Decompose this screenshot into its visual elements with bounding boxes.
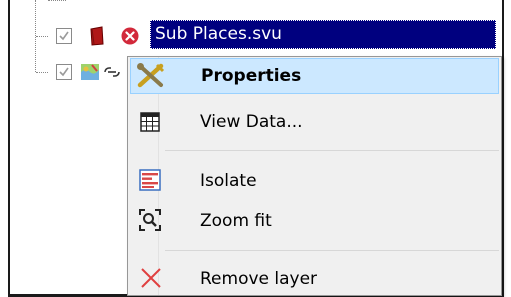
- error-icon: [121, 27, 139, 49]
- layer-visibility-checkbox[interactable]: [56, 64, 72, 80]
- panel-border-right: [502, 0, 504, 297]
- link-icon: [102, 63, 122, 85]
- menu-item-label: Properties: [201, 66, 302, 86]
- tree-connector: [48, 0, 66, 1]
- menu-item-zoom-fit[interactable]: Zoom fit: [130, 203, 499, 239]
- menu-item-label: View Data...: [200, 112, 303, 132]
- wrench-screwdriver-icon: [137, 63, 165, 93]
- table-icon: [140, 112, 160, 136]
- vector-layer-icon: [90, 26, 104, 50]
- menu-item-remove-layer[interactable]: Remove layer: [130, 259, 499, 295]
- menu-item-label: Remove layer: [200, 269, 318, 289]
- tree-connector: [36, 36, 48, 37]
- menu-item-isolate[interactable]: Isolate: [130, 163, 499, 199]
- tree-connector: [36, 72, 48, 73]
- layer-visibility-checkbox[interactable]: [56, 28, 72, 44]
- isolate-layers-icon: [139, 169, 161, 195]
- menu-item-label: Zoom fit: [200, 211, 272, 231]
- menu-separator: [165, 150, 499, 151]
- menu-item-label: Isolate: [200, 171, 257, 191]
- panel-border-left: [8, 0, 10, 297]
- map-layer-icon: [80, 62, 100, 86]
- menu-item-view-data[interactable]: View Data...: [130, 105, 499, 141]
- context-menu: Properties View Data... Isolate Zoom fit…: [127, 56, 502, 296]
- menu-separator: [165, 250, 499, 251]
- remove-x-icon: [140, 267, 162, 293]
- zoom-fit-icon: [139, 209, 161, 235]
- layer-name[interactable]: Sub Places.svu: [155, 24, 282, 44]
- menu-item-properties[interactable]: Properties: [130, 58, 499, 94]
